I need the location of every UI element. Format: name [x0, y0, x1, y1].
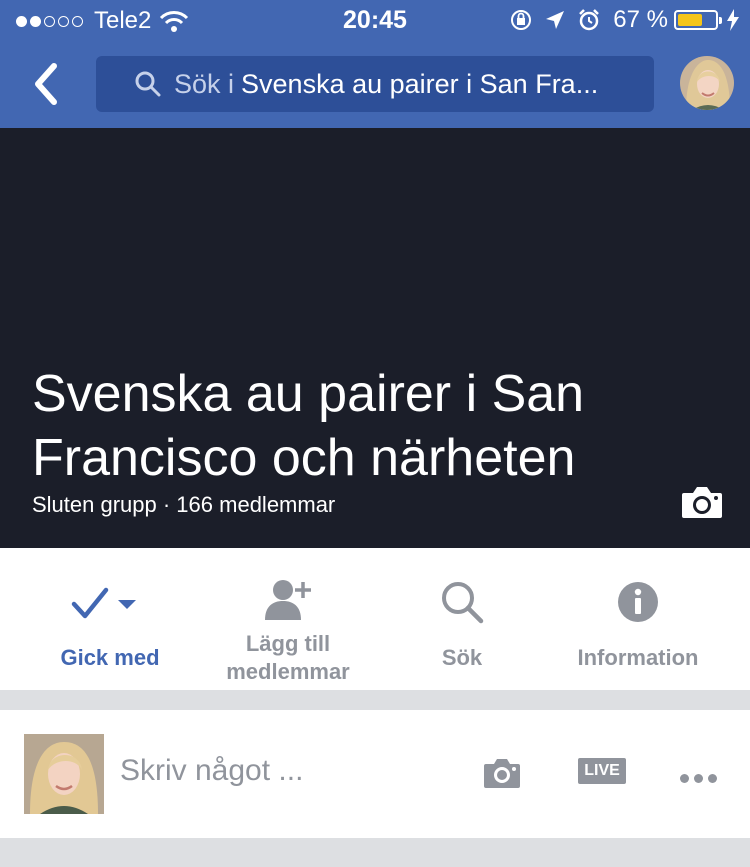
add-members-button[interactable]: Lägg till medlemmar: [198, 548, 378, 690]
add-members-label: Lägg till medlemmar: [226, 631, 350, 684]
post-composer: Skriv något ... LIVE: [0, 710, 750, 838]
information-label: Information: [577, 645, 699, 670]
charging-icon: [727, 9, 739, 31]
location-icon: [546, 11, 565, 29]
camera-icon[interactable]: [482, 756, 522, 790]
group-title: Svenska au pairer i San Francisco och nä…: [32, 365, 585, 487]
status-indicators: 67 %: [509, 6, 740, 34]
group-subtitle: Sluten grupp · 166 medlemmar: [32, 492, 336, 517]
information-button[interactable]: Information: [548, 548, 728, 690]
rotation-lock-icon: [511, 10, 532, 30]
more-options-icon[interactable]: [680, 774, 722, 783]
group-action-bar: Gick med Lägg till medlemmar Sök Informa…: [0, 548, 750, 690]
search-icon: [442, 582, 484, 624]
search-group-button[interactable]: Sök: [372, 548, 552, 690]
group-search-field[interactable]: Sök i Svenska au pairer i San Fra...: [96, 56, 654, 112]
search-group-name: Svenska au pairer i San Fra...: [241, 68, 599, 99]
signal-strength-icon: [16, 15, 86, 27]
carrier-group: Tele2: [16, 7, 189, 35]
info-icon: [618, 582, 658, 622]
alarm-icon: [579, 9, 600, 31]
joined-button[interactable]: Gick med: [20, 548, 200, 690]
composer-avatar: [24, 734, 104, 814]
live-video-button[interactable]: LIVE: [578, 758, 626, 784]
carrier-name: Tele2: [94, 7, 152, 34]
check-icon: [71, 587, 136, 619]
camera-icon[interactable]: [680, 484, 724, 520]
search-icon: [135, 71, 161, 97]
profile-avatar[interactable]: [680, 56, 734, 110]
battery-percentage: 67 %: [613, 6, 668, 33]
navigation-bar: Sök i Svenska au pairer i San Fra...: [0, 40, 750, 128]
status-bar: Tele2 20:45 67 %: [0, 0, 750, 40]
wifi-icon: [160, 11, 189, 32]
joined-label: Gick med: [60, 645, 160, 670]
battery-icon: [674, 10, 722, 30]
composer-input[interactable]: Skriv något ...: [120, 754, 303, 788]
group-cover: Svenska au pairer i San Francisco och nä…: [0, 128, 750, 548]
search-label: Sök: [441, 645, 483, 670]
back-arrow-icon[interactable]: [24, 58, 68, 110]
add-person-icon: [265, 580, 311, 620]
search-prefix: Sök i: [174, 68, 235, 99]
battery-fill: [678, 14, 703, 26]
